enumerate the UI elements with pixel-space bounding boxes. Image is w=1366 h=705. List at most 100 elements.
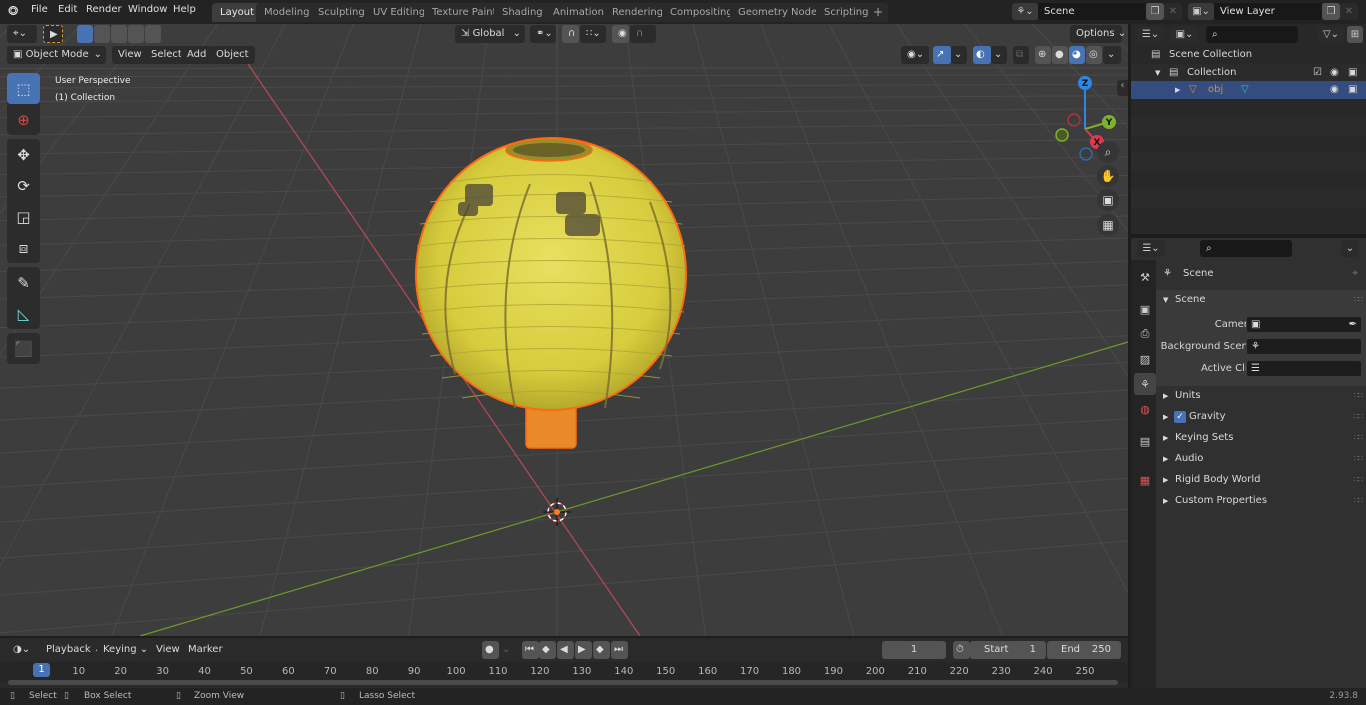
tab-render-icon[interactable]: ▣ (1134, 298, 1156, 320)
stopwatch-icon[interactable]: ⏱ (953, 641, 970, 659)
eye-icon[interactable]: ◉ (1330, 64, 1339, 82)
panel-keying-sets[interactable]: ▶ Keying Sets ∷∷ (1156, 428, 1366, 448)
panel-custom-properties[interactable]: ▶ Custom Properties ∷∷ (1156, 491, 1366, 511)
pivot-point-icon[interactable]: ⚭⌄ (530, 25, 556, 43)
panel-rigid-body-world[interactable]: ▶ Rigid Body World ∷∷ (1156, 470, 1366, 490)
menu-view[interactable]: View (112, 46, 148, 64)
filter-icon[interactable]: ▽⌄ (1318, 26, 1344, 43)
tool-add-cube[interactable]: ⬛ (7, 333, 40, 364)
outliner-editor-type-icon[interactable]: ☰⌄ (1137, 26, 1164, 43)
menu-add[interactable]: Add (181, 46, 213, 64)
current-frame-field[interactable]: 1 (882, 641, 946, 659)
drag-grip-icon[interactable]: ∷∷ (1354, 491, 1363, 511)
overlay-dropdown-icon[interactable]: ⌄ (991, 46, 1007, 64)
tool-transform[interactable]: ⧈ (7, 232, 40, 263)
tool-move[interactable]: ✥ (7, 139, 40, 170)
select-mode-invert-icon[interactable] (128, 25, 144, 43)
menu-render[interactable]: Render (86, 4, 122, 15)
drag-grip-icon[interactable]: ∷∷ (1354, 449, 1363, 469)
eye-icon[interactable]: ◉ (1330, 81, 1339, 99)
tool-scale[interactable]: ◲ (7, 201, 40, 232)
3d-cursor[interactable] (543, 498, 571, 526)
expand-arrow-icon[interactable]: ▼ (1155, 64, 1160, 82)
blender-logo-icon[interactable]: ⭗ (8, 4, 18, 19)
shading-rendered-icon[interactable]: ◎ (1086, 46, 1102, 64)
menu-window[interactable]: Window (128, 4, 167, 15)
panel-audio[interactable]: ▶ Audio ∷∷ (1156, 449, 1366, 469)
prev-keyframe-icon[interactable]: ◆ (539, 641, 556, 659)
playhead[interactable]: 1 (33, 663, 50, 677)
add-workspace-button[interactable]: + (868, 3, 889, 22)
playback-dropdown[interactable]: Playback ⌄ (40, 641, 102, 659)
outliner-search-input[interactable]: ⌕ (1206, 26, 1298, 43)
mesh-data-icon[interactable]: ▽ (1241, 81, 1249, 99)
shading-solid-icon[interactable]: ● (1052, 46, 1068, 64)
expand-arrow-icon[interactable]: ▶ (1175, 81, 1180, 99)
tab-uv-editing[interactable]: UV Editing (365, 3, 434, 22)
proportional-edit-icon[interactable]: ◉ (612, 25, 629, 43)
close-view-layer-icon[interactable]: ✕ (1340, 3, 1358, 20)
panel-scene-header[interactable]: ▼ Scene ∷∷ (1156, 290, 1366, 310)
menu-view[interactable]: View (150, 641, 186, 659)
viewport-canvas[interactable]: Z Y X (0, 24, 1128, 636)
tool-measure[interactable]: ◺ (7, 298, 40, 329)
scene-name-field[interactable]: Scene (1038, 3, 1146, 20)
tab-world-icon[interactable]: ◍ (1134, 398, 1156, 420)
panel-units[interactable]: ▶ Units ∷∷ (1156, 386, 1366, 406)
select-mode-intersect-icon[interactable] (145, 25, 161, 43)
play-reverse-icon[interactable]: ◀ (557, 641, 574, 659)
select-mode-extend-icon[interactable] (94, 25, 110, 43)
snap-target-icon[interactable]: ∷⌄ (580, 25, 606, 43)
drag-grip-icon[interactable]: ∷∷ (1354, 290, 1363, 310)
tab-collection-icon[interactable]: ▤ (1134, 430, 1156, 452)
menu-file[interactable]: File (31, 4, 48, 15)
keying-dropdown[interactable]: Keying ⌄ (97, 641, 148, 659)
zoom-view-icon[interactable]: ⌕ (1097, 141, 1119, 163)
tab-texture-paint[interactable]: Texture Paint (424, 3, 505, 22)
camera-view-icon[interactable]: ▣ (1097, 189, 1119, 211)
tab-view-layer-icon[interactable]: ▨ (1134, 348, 1156, 370)
properties-editor-type-icon[interactable]: ☰⌄ (1137, 240, 1165, 257)
select-mode-subtract-icon[interactable] (111, 25, 127, 43)
jump-start-icon[interactable]: ⏮ (522, 641, 539, 659)
tab-shading[interactable]: Shading (494, 3, 551, 22)
render-camera-icon[interactable]: ▣ (1348, 81, 1357, 99)
drag-grip-icon[interactable]: ∷∷ (1354, 470, 1363, 490)
options-dropdown[interactable]: Options ⌄ (1070, 25, 1126, 43)
menu-help[interactable]: Help (173, 4, 196, 15)
mode-dropdown[interactable]: ▣ Object Mode ⌄ (7, 46, 106, 64)
keying-options-icon[interactable]: ⌄ (499, 641, 516, 659)
visibility-filter-icon[interactable]: ◉⌄ (901, 46, 929, 64)
xray-toggle-icon[interactable]: ⧉ (1013, 46, 1029, 64)
gravity-checkbox[interactable]: ✓ (1174, 411, 1186, 423)
scene-selector-button[interactable]: ⚘⌄ (1012, 3, 1038, 20)
drag-grip-icon[interactable]: ∷∷ (1354, 407, 1363, 427)
shading-dropdown-icon[interactable]: ⌄ (1103, 46, 1121, 64)
active-clip-field[interactable]: ☰ (1246, 360, 1362, 377)
drag-grip-icon[interactable]: ∷∷ (1354, 386, 1363, 406)
tool-select-box[interactable]: ⬚ (7, 73, 40, 104)
proportional-falloff-icon[interactable]: ∩ (630, 25, 656, 43)
pin-icon[interactable]: ⌖ (1352, 262, 1358, 286)
auto-keying-icon[interactable]: ● (482, 641, 499, 659)
next-keyframe-icon[interactable]: ◆ (593, 641, 610, 659)
sidebar-toggle-icon[interactable]: ‹ (1117, 80, 1128, 96)
gizmo-toggle-icon[interactable]: ↗ (933, 46, 951, 64)
tab-layout[interactable]: Layout (212, 3, 262, 22)
transform-orientation-dropdown[interactable]: ⇲ Global ⌄ (455, 25, 525, 43)
start-frame-field[interactable]: Start 1 (970, 641, 1046, 659)
copy-scene-icon[interactable]: ❐ (1146, 3, 1164, 20)
gizmo-dropdown-icon[interactable]: ⌄ (951, 46, 967, 64)
gizmo-neg-z[interactable] (1079, 147, 1093, 161)
tool-select-icon[interactable]: ▶ (43, 25, 63, 43)
jump-end-icon[interactable]: ⏭ (611, 641, 628, 659)
outliner-row-collection[interactable]: ▼ ▤ Collection ☑ ◉ ▣ (1131, 64, 1366, 82)
snap-toggle-icon[interactable]: ∩ (562, 25, 579, 43)
close-scene-icon[interactable]: ✕ (1164, 3, 1182, 20)
timeline-scrollbar[interactable] (8, 680, 1118, 685)
panel-gravity[interactable]: ▶ ✓ Gravity ∷∷ (1156, 407, 1366, 427)
lantern-object[interactable] (415, 137, 687, 449)
collection-checkbox[interactable]: ☑ (1313, 64, 1322, 82)
shading-wireframe-icon[interactable]: ⊕ (1035, 46, 1051, 64)
pan-hand-icon[interactable]: ✋ (1097, 165, 1119, 187)
